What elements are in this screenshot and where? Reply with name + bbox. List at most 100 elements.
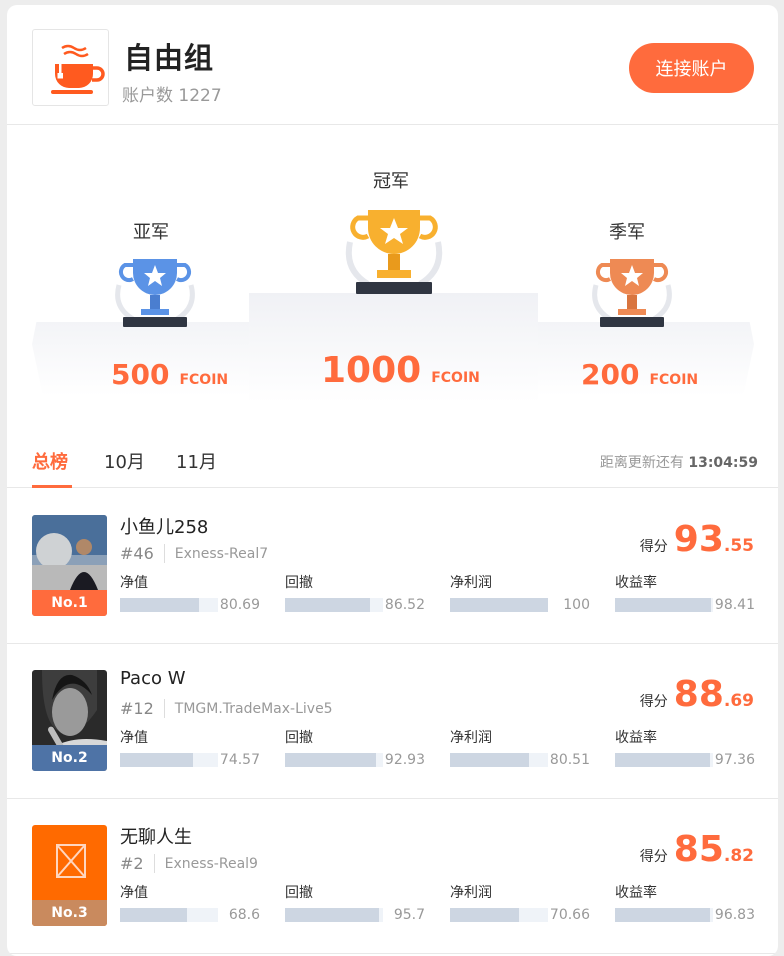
account-rank: #46 [120, 544, 165, 563]
metric-bar-fill [285, 908, 379, 922]
metric-value: 98.41 [714, 597, 755, 613]
account-meta: #12 TMGM.TradeMax-Live5 [120, 699, 333, 718]
first-prize: 1000 FCOIN [321, 350, 480, 391]
metric-bar-fill [120, 753, 194, 767]
tab-november[interactable]: 11月 [176, 448, 217, 474]
metric-bar-fill [285, 598, 370, 612]
metric-net-value: 净值 80.69 [120, 572, 270, 613]
metric-bar [615, 753, 713, 767]
metric-label: 收益率 [615, 730, 657, 746]
metric-bar [120, 908, 218, 922]
metric-net-value: 净值 68.6 [120, 882, 270, 923]
metric-drawdown: 回撤 95.7 [285, 882, 435, 923]
server-name: Exness-Real9 [164, 855, 258, 872]
trader-name[interactable]: Paco W [120, 668, 186, 689]
score-label: 得分 [639, 849, 668, 865]
account-meta: #46 Exness-Real7 [120, 544, 268, 563]
metric-bar-fill [450, 598, 548, 612]
metric-net-profit: 净利润 100 [450, 572, 600, 613]
account-rank: #2 [120, 854, 155, 873]
metric-net-profit: 净利润 70.66 [450, 882, 600, 923]
update-countdown-time: 13:04:59 [688, 455, 758, 471]
score-decimal: .69 [723, 691, 754, 711]
metric-bar-fill [285, 753, 377, 767]
group-title: 自由组 [124, 41, 215, 75]
connect-account-button[interactable]: 连接账户 [629, 43, 754, 93]
metric-label: 回撤 [285, 730, 313, 746]
metric-label: 净值 [120, 730, 148, 746]
second-place-label: 亚军 [133, 222, 169, 243]
metric-bar-fill [120, 598, 200, 612]
metric-bar [285, 598, 383, 612]
rank-badge: No.1 [32, 590, 107, 616]
metric-value: 86.52 [384, 597, 425, 613]
first-prize-unit: FCOIN [431, 370, 480, 386]
score-label: 得分 [639, 694, 668, 710]
tab-overall[interactable]: 总榜 [32, 448, 68, 474]
score-decimal: .82 [723, 846, 754, 866]
metric-value: 70.66 [549, 907, 590, 923]
leaderboard-card: 自由组 账户数 1227 连接账户 亚军 500 FCOIN 冠军 1000 F… [7, 5, 778, 956]
score-label: 得分 [639, 539, 668, 555]
metric-bar-fill [615, 908, 710, 922]
metric-bar [615, 598, 713, 612]
metric-drawdown: 回撤 92.93 [285, 727, 435, 768]
metric-label: 收益率 [615, 575, 657, 591]
metric-label: 回撤 [285, 885, 313, 901]
active-tab-indicator [32, 485, 72, 488]
account-count: 账户数 1227 [122, 86, 222, 106]
metric-bar [285, 753, 383, 767]
trader-name[interactable]: 小鱼儿258 [120, 513, 208, 539]
metric-value: 80.51 [549, 752, 590, 768]
metric-label: 净利润 [450, 575, 492, 591]
avatar: No.1 [32, 515, 107, 616]
metric-bar [615, 908, 713, 922]
metric-value: 80.69 [219, 597, 260, 613]
avatar: No.2 [32, 670, 107, 771]
metric-value: 96.83 [714, 907, 755, 923]
bronze-trophy-icon [592, 259, 672, 327]
metric-bar [285, 908, 383, 922]
metric-value: 97.36 [714, 752, 755, 768]
metric-drawdown: 回撤 86.52 [285, 572, 435, 613]
third-place-label: 季军 [609, 222, 645, 243]
third-prize-amount: 200 [581, 358, 640, 391]
metric-return-rate: 收益率 97.36 [615, 727, 765, 768]
tab-october[interactable]: 10月 [104, 448, 145, 474]
score-integer: 85 [673, 829, 724, 870]
score: 得分 88 .69 [640, 674, 754, 715]
metric-value: 95.7 [393, 907, 425, 923]
second-prize-amount: 500 [111, 358, 170, 391]
third-prize-unit: FCOIN [649, 372, 699, 388]
silver-trophy-icon [115, 259, 195, 327]
metric-label: 回撤 [285, 575, 313, 591]
metric-net-value: 净值 74.57 [120, 727, 270, 768]
ranking-row[interactable]: No.3 无聊人生 #2 Exness-Real9 得分 85 .82 净值 6… [7, 799, 778, 954]
update-countdown-label: 距离更新还有 [599, 455, 684, 471]
metric-bar [120, 753, 218, 767]
metric-value: 100 [563, 597, 590, 613]
ranking-row[interactable]: No.2 Paco W #12 TMGM.TradeMax-Live5 得分 8… [7, 644, 778, 799]
metric-label: 净值 [120, 885, 148, 901]
avatar: No.3 [32, 825, 107, 926]
trader-name[interactable]: 无聊人生 [120, 823, 192, 849]
score-integer: 88 [673, 674, 724, 715]
metric-bar-fill [615, 598, 712, 612]
rank-badge: No.3 [32, 900, 107, 926]
update-countdown: 距离更新还有 13:04:59 [600, 452, 758, 472]
metric-value: 92.93 [384, 752, 425, 768]
account-rank: #12 [120, 699, 165, 718]
server-name: Exness-Real7 [174, 545, 269, 562]
metric-bar [450, 908, 548, 922]
metric-bar-fill [450, 753, 529, 767]
score-decimal: .55 [723, 536, 754, 556]
gold-trophy-icon [345, 210, 443, 294]
rank-badge: No.2 [32, 745, 107, 771]
podium: 亚军 500 FCOIN 冠军 1000 FCOIN 季军 200 FCOIN [7, 126, 778, 416]
metric-label: 净值 [120, 575, 148, 591]
period-tabs: 总榜 10月 11月 距离更新还有 13:04:59 [7, 435, 778, 488]
first-place-label: 冠军 [373, 171, 409, 192]
coffee-cup-logo-icon [32, 29, 109, 106]
ranking-row[interactable]: No.1 小鱼儿258 #46 Exness-Real7 得分 93 .55 净… [7, 489, 778, 644]
second-prize-unit: FCOIN [179, 372, 229, 388]
